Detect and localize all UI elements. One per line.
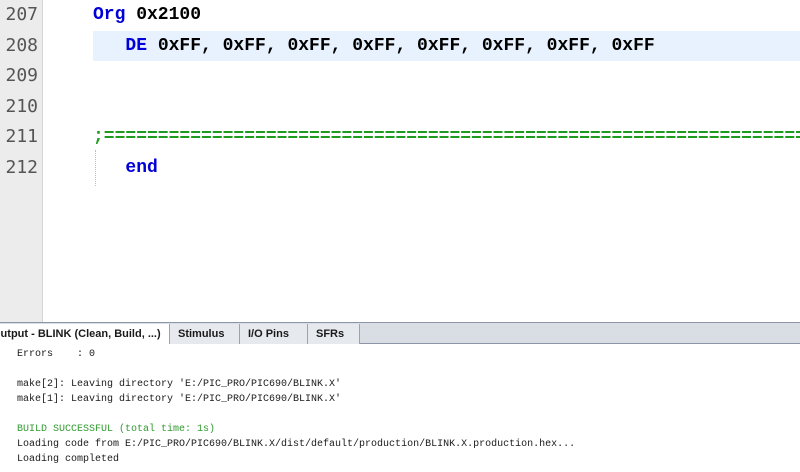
- tab-output-label: Output - BLINK (Clean, Build, ...): [0, 328, 161, 340]
- code-text[interactable]: [93, 61, 800, 91]
- keyword-token: DE: [93, 36, 148, 56]
- console-line: Errors : 0: [17, 349, 96, 360]
- line-number: 208: [5, 35, 38, 56]
- tab-output[interactable]: Output - BLINK (Clean, Build, ...)×: [0, 324, 170, 344]
- code-text[interactable]: Org 0x2100: [93, 0, 800, 30]
- console-line: make[1]: Leaving directory 'E:/PIC_PRO/P…: [17, 394, 342, 405]
- code-line[interactable]: 211 ;===================================…: [0, 122, 800, 152]
- keyword-token: Org: [93, 5, 126, 25]
- tab-sfrs-label: SFRs: [316, 328, 345, 340]
- code-line[interactable]: 207 Org 0x2100: [0, 0, 800, 30]
- line-number: 212: [5, 157, 38, 178]
- tab-stimulus[interactable]: Stimulus: [170, 324, 240, 344]
- build-status-line: BUILD SUCCESSFUL (total time: 1s): [17, 424, 216, 435]
- console-line: Loading completed: [17, 454, 120, 465]
- output-console[interactable]: Errors : 0 make[2]: Leaving directory 'E…: [0, 344, 800, 472]
- line-number: 210: [5, 96, 38, 117]
- keyword-token: end: [93, 158, 158, 178]
- code-text[interactable]: ;=======================================…: [93, 122, 800, 152]
- code-text[interactable]: end: [93, 153, 800, 183]
- code-text[interactable]: [93, 92, 800, 122]
- line-number: 211: [5, 126, 38, 147]
- tab-stimulus-label: Stimulus: [178, 328, 225, 340]
- tab-sfrs[interactable]: SFRs: [308, 324, 360, 344]
- code-line[interactable]: 209: [0, 61, 800, 91]
- tab-io-pins-label: I/O Pins: [248, 328, 289, 340]
- code-line[interactable]: 208 DE 0xFF, 0xFF, 0xFF, 0xFF, 0xFF, 0xF…: [0, 31, 800, 61]
- code-line[interactable]: 212 end: [0, 153, 800, 183]
- console-line: Loading code from E:/PIC_PRO/PIC690/BLIN…: [17, 439, 576, 450]
- output-tab-bar: Output - BLINK (Clean, Build, ...)× Stim…: [0, 322, 800, 344]
- operand-token: 0x2100: [125, 5, 202, 25]
- console-line: make[2]: Leaving directory 'E:/PIC_PRO/P…: [17, 379, 342, 390]
- operand-token: 0xFF, 0xFF, 0xFF, 0xFF, 0xFF, 0xFF, 0xFF…: [147, 36, 655, 56]
- code-line[interactable]: 210: [0, 92, 800, 122]
- line-number: 207: [5, 4, 38, 25]
- comment-token: ;=======================================…: [93, 127, 800, 147]
- line-number: 209: [5, 65, 38, 86]
- code-text-current-line[interactable]: DE 0xFF, 0xFF, 0xFF, 0xFF, 0xFF, 0xFF, 0…: [93, 31, 800, 61]
- code-editor[interactable]: 207 Org 0x2100 208 DE 0xFF, 0xFF, 0xFF, …: [0, 0, 800, 322]
- tab-io-pins[interactable]: I/O Pins: [240, 324, 308, 344]
